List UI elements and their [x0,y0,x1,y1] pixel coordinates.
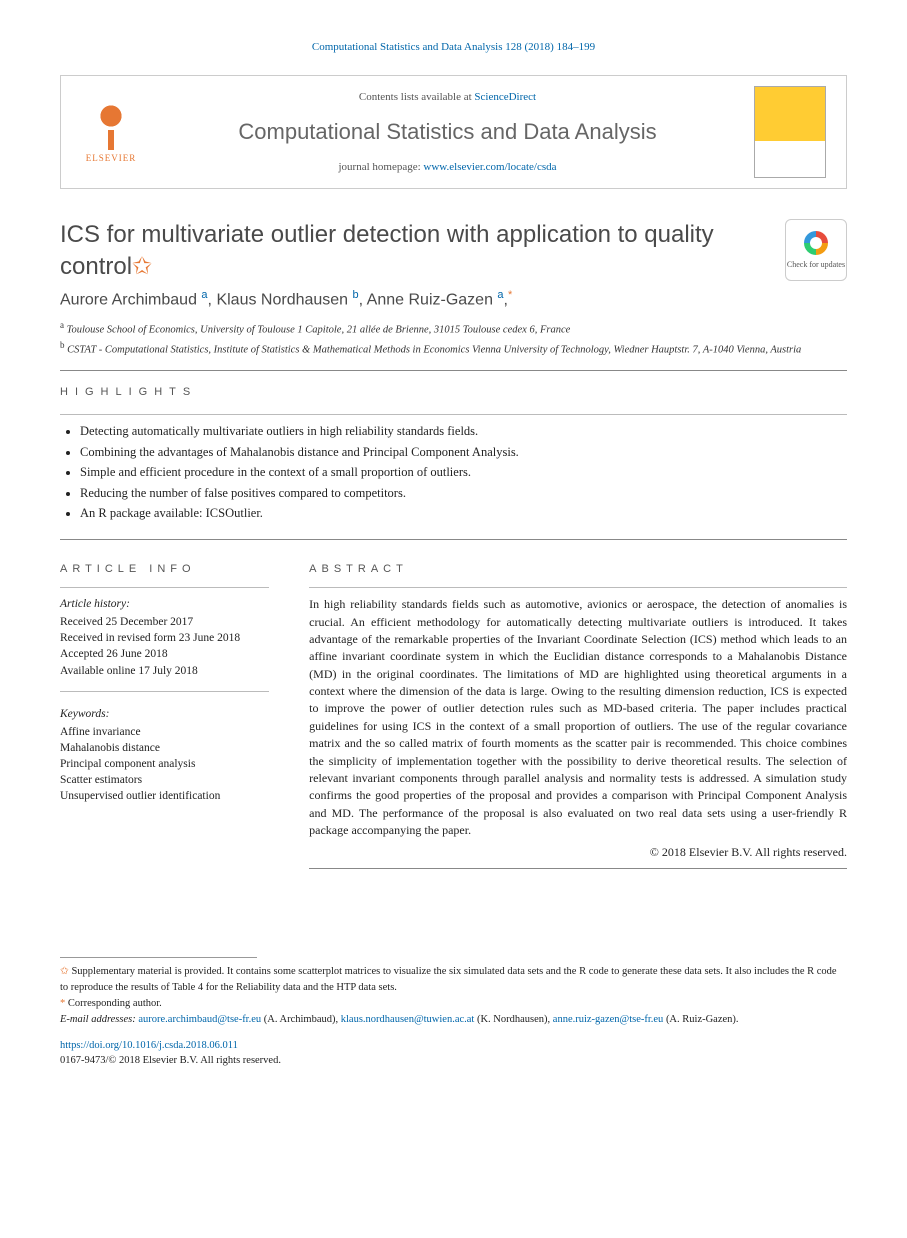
keyword-line: Affine invariance [60,724,269,740]
keyword-line: Unsupervised outlier identification [60,788,269,804]
check-updates-label: Check for updates [787,259,845,270]
homepage-link[interactable]: www.elsevier.com/locate/csda [423,161,556,173]
citation-header: Computational Statistics and Data Analys… [60,40,847,55]
author-2-name: Klaus Nordhausen [216,291,348,308]
divider [60,539,847,540]
highlights-list: Detecting automatically multivariate out… [60,423,847,523]
history-label: Article history: [60,596,269,612]
email-label: E-mail addresses: [60,1014,136,1025]
footnote-supp-text: Supplementary material is provided. It c… [60,966,837,993]
article-title: ICS for multivariate outlier detection w… [60,219,765,281]
homepage-prefix: journal homepage: [339,161,424,173]
email-1-who: (A. Archimbaud) [264,1014,336,1025]
elsevier-logo: ELSEVIER [81,97,141,167]
affiliation-b-text: CSTAT - Computational Statistics, Instit… [67,344,801,355]
issn-copyright-line: 0167-9473/© 2018 Elsevier B.V. All right… [60,1054,847,1069]
authors-line: Aurore Archimbaud a, Klaus Nordhausen b,… [60,288,847,312]
abstract-heading: abstract [309,562,847,577]
author-1-aff: a [201,289,207,301]
keyword-line: Mahalanobis distance [60,740,269,756]
affiliation-b: b CSTAT - Computational Statistics, Inst… [60,339,847,358]
footnote-rule [60,957,257,958]
highlight-item: Detecting automatically multivariate out… [80,423,847,441]
elsevier-tree-icon [86,100,136,150]
journal-center: Contents lists available at ScienceDirec… [161,90,734,176]
article-title-text: ICS for multivariate outlier detection w… [60,221,714,279]
doi-link[interactable]: https://doi.org/10.1016/j.csda.2018.06.0… [60,1040,238,1051]
article-info-column: article info Article history: Received 2… [60,548,269,878]
footnote-corresponding: * Corresponding author. [60,996,847,1012]
abstract-body: In high reliability standards fields suc… [309,596,847,839]
highlight-item: Simple and efficient procedure in the co… [80,464,847,482]
history-line: Received 25 December 2017 [60,614,269,630]
contents-line: Contents lists available at ScienceDirec… [161,90,734,105]
keywords-label: Keywords: [60,706,269,722]
crossmark-icon [804,231,828,255]
email-link-1[interactable]: aurore.archimbaud@tse-fr.eu [138,1014,261,1025]
doi-block: https://doi.org/10.1016/j.csda.2018.06.0… [60,1039,847,1068]
email-3-who: (A. Ruiz-Gazen) [666,1014,736,1025]
divider [60,414,847,415]
divider [309,587,847,588]
abstract-copyright: © 2018 Elsevier B.V. All rights reserved… [309,844,847,861]
journal-name: Computational Statistics and Data Analys… [161,117,734,148]
keyword-line: Scatter estimators [60,772,269,788]
article-info-heading: article info [60,562,269,577]
contents-prefix: Contents lists available at [359,91,474,103]
history-line: Received in revised form 23 June 2018 [60,630,269,646]
email-link-3[interactable]: anne.ruiz-gazen@tse-fr.eu [553,1014,664,1025]
footnote-emails: E-mail addresses: aurore.archimbaud@tse-… [60,1012,847,1028]
affiliation-a-text: Toulouse School of Economics, University… [67,325,571,336]
title-footnote-star-icon: ✩ [132,253,152,280]
highlights-heading: highlights [60,385,847,400]
divider [60,691,269,692]
elsevier-text: ELSEVIER [86,152,137,165]
footnote-corr-label: Corresponding author. [68,998,162,1009]
journal-header-box: ELSEVIER Contents lists available at Sci… [60,75,847,189]
divider [60,370,847,371]
history-line: Accepted 26 June 2018 [60,646,269,662]
author-1-name: Aurore Archimbaud [60,291,197,308]
email-2-who: (K. Nordhausen) [477,1014,548,1025]
highlight-item: Combining the advantages of Mahalanobis … [80,444,847,462]
keyword-line: Principal component analysis [60,756,269,772]
highlight-item: An R package available: ICSOutlier. [80,505,847,523]
affiliation-a: a Toulouse School of Economics, Universi… [60,319,847,338]
abstract-column: abstract In high reliability standards f… [309,548,847,878]
homepage-line: journal homepage: www.elsevier.com/locat… [161,160,734,175]
footnote-supp: ✩ Supplementary material is provided. It… [60,964,847,996]
journal-cover-thumbnail [754,86,826,178]
footnote-star-icon: ✩ [60,966,69,977]
author-2-aff: b [353,289,359,301]
history-line: Available online 17 July 2018 [60,663,269,679]
divider [60,587,269,588]
highlight-item: Reducing the number of false positives c… [80,485,847,503]
check-for-updates-button[interactable]: Check for updates [785,219,847,281]
keywords-lines: Affine invariance Mahalanobis distance P… [60,724,269,804]
email-link-2[interactable]: klaus.nordhausen@tuwien.ac.at [341,1014,475,1025]
sciencedirect-link[interactable]: ScienceDirect [474,91,536,103]
footnotes: ✩ Supplementary material is provided. It… [60,957,847,1027]
affiliations: a Toulouse School of Economics, Universi… [60,319,847,357]
divider [309,868,847,869]
corresponding-author-star-icon: * [508,289,512,301]
footnote-asterisk-icon: * [60,998,65,1009]
author-3-name: Anne Ruiz-Gazen [367,291,493,308]
history-lines: Received 25 December 2017 Received in re… [60,614,269,678]
